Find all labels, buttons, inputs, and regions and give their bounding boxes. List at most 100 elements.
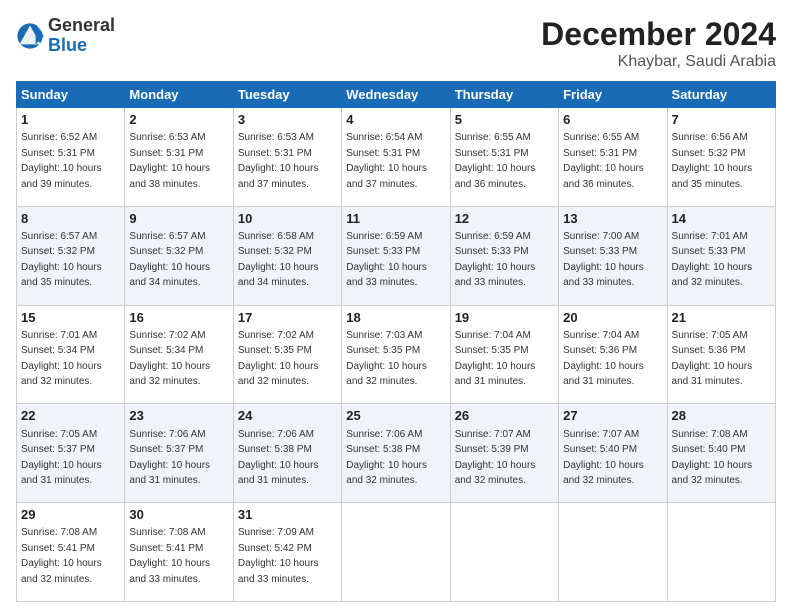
day-info: Sunrise: 7:02 AMSunset: 5:34 PMDaylight:… bbox=[129, 330, 210, 388]
title-section: December 2024 Khaybar, Saudi Arabia bbox=[541, 16, 776, 71]
day-info: Sunrise: 6:59 AMSunset: 5:33 PMDaylight:… bbox=[346, 231, 427, 289]
table-row: 22 Sunrise: 7:05 AMSunset: 5:37 PMDaylig… bbox=[17, 404, 125, 503]
table-row: 7 Sunrise: 6:56 AMSunset: 5:32 PMDayligh… bbox=[667, 108, 775, 207]
table-row: 9 Sunrise: 6:57 AMSunset: 5:32 PMDayligh… bbox=[125, 206, 233, 305]
day-info: Sunrise: 7:06 AMSunset: 5:38 PMDaylight:… bbox=[238, 429, 319, 487]
day-info: Sunrise: 6:54 AMSunset: 5:31 PMDaylight:… bbox=[346, 132, 427, 190]
table-row: 2 Sunrise: 6:53 AMSunset: 5:31 PMDayligh… bbox=[125, 108, 233, 207]
day-info: Sunrise: 7:05 AMSunset: 5:37 PMDaylight:… bbox=[21, 429, 102, 487]
table-row: 27 Sunrise: 7:07 AMSunset: 5:40 PMDaylig… bbox=[559, 404, 667, 503]
day-number: 16 bbox=[129, 309, 228, 327]
table-row: 3 Sunrise: 6:53 AMSunset: 5:31 PMDayligh… bbox=[233, 108, 341, 207]
table-row: 31 Sunrise: 7:09 AMSunset: 5:42 PMDaylig… bbox=[233, 503, 341, 602]
col-thursday: Thursday bbox=[450, 82, 558, 108]
col-tuesday: Tuesday bbox=[233, 82, 341, 108]
day-number: 24 bbox=[238, 407, 337, 425]
calendar-table: Sunday Monday Tuesday Wednesday Thursday… bbox=[16, 81, 776, 602]
day-info: Sunrise: 7:09 AMSunset: 5:42 PMDaylight:… bbox=[238, 527, 319, 585]
day-info: Sunrise: 7:07 AMSunset: 5:39 PMDaylight:… bbox=[455, 429, 536, 487]
day-info: Sunrise: 7:02 AMSunset: 5:35 PMDaylight:… bbox=[238, 330, 319, 388]
col-saturday: Saturday bbox=[667, 82, 775, 108]
day-number: 12 bbox=[455, 210, 554, 228]
table-row: 5 Sunrise: 6:55 AMSunset: 5:31 PMDayligh… bbox=[450, 108, 558, 207]
day-number: 3 bbox=[238, 111, 337, 129]
day-number: 22 bbox=[21, 407, 120, 425]
table-row: 8 Sunrise: 6:57 AMSunset: 5:32 PMDayligh… bbox=[17, 206, 125, 305]
day-info: Sunrise: 7:04 AMSunset: 5:35 PMDaylight:… bbox=[455, 330, 536, 388]
day-number: 31 bbox=[238, 506, 337, 524]
col-sunday: Sunday bbox=[17, 82, 125, 108]
table-row: 24 Sunrise: 7:06 AMSunset: 5:38 PMDaylig… bbox=[233, 404, 341, 503]
location-title: Khaybar, Saudi Arabia bbox=[541, 53, 776, 71]
table-row: 23 Sunrise: 7:06 AMSunset: 5:37 PMDaylig… bbox=[125, 404, 233, 503]
logo-icon bbox=[16, 22, 44, 50]
day-number: 11 bbox=[346, 210, 445, 228]
day-number: 23 bbox=[129, 407, 228, 425]
day-info: Sunrise: 7:07 AMSunset: 5:40 PMDaylight:… bbox=[563, 429, 644, 487]
col-monday: Monday bbox=[125, 82, 233, 108]
day-info: Sunrise: 6:59 AMSunset: 5:33 PMDaylight:… bbox=[455, 231, 536, 289]
table-row: 21 Sunrise: 7:05 AMSunset: 5:36 PMDaylig… bbox=[667, 305, 775, 404]
day-info: Sunrise: 7:08 AMSunset: 5:41 PMDaylight:… bbox=[129, 527, 210, 585]
day-number: 17 bbox=[238, 309, 337, 327]
table-row: 4 Sunrise: 6:54 AMSunset: 5:31 PMDayligh… bbox=[342, 108, 450, 207]
col-friday: Friday bbox=[559, 82, 667, 108]
table-row: 11 Sunrise: 6:59 AMSunset: 5:33 PMDaylig… bbox=[342, 206, 450, 305]
day-number: 27 bbox=[563, 407, 662, 425]
table-row bbox=[342, 503, 450, 602]
day-number: 7 bbox=[672, 111, 771, 129]
table-row: 15 Sunrise: 7:01 AMSunset: 5:34 PMDaylig… bbox=[17, 305, 125, 404]
month-title: December 2024 bbox=[541, 16, 776, 53]
table-row: 20 Sunrise: 7:04 AMSunset: 5:36 PMDaylig… bbox=[559, 305, 667, 404]
day-number: 1 bbox=[21, 111, 120, 129]
table-row: 16 Sunrise: 7:02 AMSunset: 5:34 PMDaylig… bbox=[125, 305, 233, 404]
day-number: 25 bbox=[346, 407, 445, 425]
logo: General Blue bbox=[16, 16, 115, 56]
day-info: Sunrise: 6:53 AMSunset: 5:31 PMDaylight:… bbox=[129, 132, 210, 190]
day-info: Sunrise: 7:03 AMSunset: 5:35 PMDaylight:… bbox=[346, 330, 427, 388]
table-row: 19 Sunrise: 7:04 AMSunset: 5:35 PMDaylig… bbox=[450, 305, 558, 404]
day-info: Sunrise: 7:04 AMSunset: 5:36 PMDaylight:… bbox=[563, 330, 644, 388]
table-row: 6 Sunrise: 6:55 AMSunset: 5:31 PMDayligh… bbox=[559, 108, 667, 207]
day-number: 9 bbox=[129, 210, 228, 228]
day-info: Sunrise: 6:55 AMSunset: 5:31 PMDaylight:… bbox=[455, 132, 536, 190]
table-row: 17 Sunrise: 7:02 AMSunset: 5:35 PMDaylig… bbox=[233, 305, 341, 404]
day-number: 20 bbox=[563, 309, 662, 327]
day-number: 10 bbox=[238, 210, 337, 228]
day-number: 13 bbox=[563, 210, 662, 228]
table-row: 13 Sunrise: 7:00 AMSunset: 5:33 PMDaylig… bbox=[559, 206, 667, 305]
day-number: 29 bbox=[21, 506, 120, 524]
day-info: Sunrise: 7:00 AMSunset: 5:33 PMDaylight:… bbox=[563, 231, 644, 289]
day-number: 6 bbox=[563, 111, 662, 129]
day-number: 26 bbox=[455, 407, 554, 425]
table-row: 25 Sunrise: 7:06 AMSunset: 5:38 PMDaylig… bbox=[342, 404, 450, 503]
day-info: Sunrise: 7:05 AMSunset: 5:36 PMDaylight:… bbox=[672, 330, 753, 388]
day-info: Sunrise: 6:55 AMSunset: 5:31 PMDaylight:… bbox=[563, 132, 644, 190]
table-row: 14 Sunrise: 7:01 AMSunset: 5:33 PMDaylig… bbox=[667, 206, 775, 305]
day-info: Sunrise: 7:01 AMSunset: 5:33 PMDaylight:… bbox=[672, 231, 753, 289]
day-number: 2 bbox=[129, 111, 228, 129]
table-row: 18 Sunrise: 7:03 AMSunset: 5:35 PMDaylig… bbox=[342, 305, 450, 404]
day-number: 19 bbox=[455, 309, 554, 327]
table-row: 28 Sunrise: 7:08 AMSunset: 5:40 PMDaylig… bbox=[667, 404, 775, 503]
day-number: 21 bbox=[672, 309, 771, 327]
day-number: 8 bbox=[21, 210, 120, 228]
day-number: 30 bbox=[129, 506, 228, 524]
col-wednesday: Wednesday bbox=[342, 82, 450, 108]
day-number: 4 bbox=[346, 111, 445, 129]
day-number: 15 bbox=[21, 309, 120, 327]
table-row: 26 Sunrise: 7:07 AMSunset: 5:39 PMDaylig… bbox=[450, 404, 558, 503]
day-number: 18 bbox=[346, 309, 445, 327]
day-info: Sunrise: 6:58 AMSunset: 5:32 PMDaylight:… bbox=[238, 231, 319, 289]
day-info: Sunrise: 7:06 AMSunset: 5:37 PMDaylight:… bbox=[129, 429, 210, 487]
day-number: 5 bbox=[455, 111, 554, 129]
table-row: 12 Sunrise: 6:59 AMSunset: 5:33 PMDaylig… bbox=[450, 206, 558, 305]
table-row: 30 Sunrise: 7:08 AMSunset: 5:41 PMDaylig… bbox=[125, 503, 233, 602]
table-row: 29 Sunrise: 7:08 AMSunset: 5:41 PMDaylig… bbox=[17, 503, 125, 602]
table-row bbox=[667, 503, 775, 602]
table-row: 10 Sunrise: 6:58 AMSunset: 5:32 PMDaylig… bbox=[233, 206, 341, 305]
day-info: Sunrise: 6:57 AMSunset: 5:32 PMDaylight:… bbox=[21, 231, 102, 289]
logo-general-text: General bbox=[48, 16, 115, 36]
day-info: Sunrise: 6:53 AMSunset: 5:31 PMDaylight:… bbox=[238, 132, 319, 190]
day-info: Sunrise: 6:52 AMSunset: 5:31 PMDaylight:… bbox=[21, 132, 102, 190]
